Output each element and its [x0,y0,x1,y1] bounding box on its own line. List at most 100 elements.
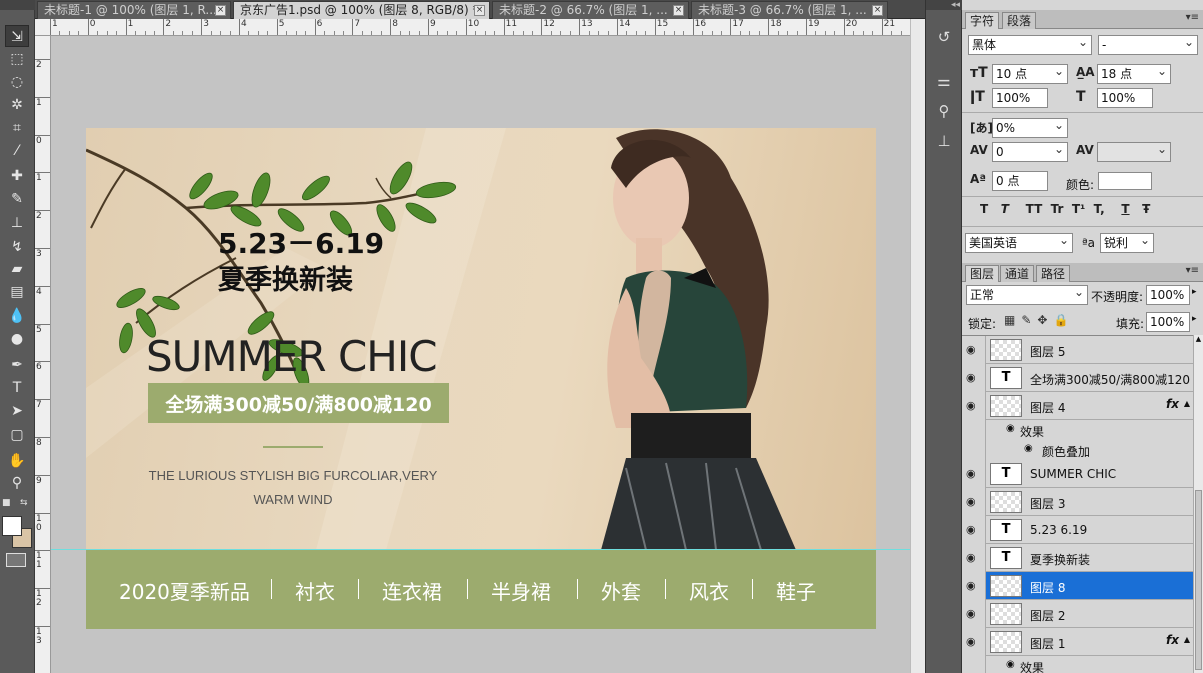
layer-row[interactable]: ◉ T 夏季换新装 [962,544,1193,572]
layer-fx-icon[interactable]: fx [1166,633,1179,647]
tab-layers[interactable]: 图层 [965,265,1000,282]
layer-row[interactable]: ◉ 效果 [962,420,1193,440]
healing-brush-icon[interactable]: ✚ [5,165,29,187]
tracking-field[interactable]: 0 [992,142,1068,162]
magic-wand-icon[interactable]: ✲ [5,94,29,116]
layer-row[interactable]: ◉ 图层 2 [962,600,1193,628]
opacity-field[interactable]: 100% [1146,285,1190,305]
toolbar-grip[interactable] [0,0,35,10]
layer-row[interactable]: ◉ 图层 5 [962,336,1193,364]
tsume-field[interactable]: 0% [992,118,1068,138]
language-select[interactable]: 美国英语 [965,233,1073,253]
close-tab-icon[interactable]: × [872,5,883,16]
kerning-field[interactable] [1097,142,1171,162]
layer-row[interactable]: ◉ 效果 [962,656,1193,673]
document-tab[interactable]: 未标题-3 @ 66.7% (图层 1, ... × [691,1,888,19]
collapse-effects-icon[interactable]: ▲ [1184,635,1190,644]
tab-paragraph[interactable]: 段落 [1002,12,1037,29]
layer-row[interactable]: ◉ T 全场满300减50/满800减120 [962,364,1193,392]
layer-fx-icon[interactable]: fx [1166,397,1179,411]
layers-scrollbar[interactable]: ▲ [1193,335,1203,673]
vertical-scale-field[interactable]: 100% [992,88,1048,108]
layer-visibility-eye-icon[interactable]: ◉ [966,579,976,592]
gradient-icon[interactable]: ▤ [5,281,29,303]
guide-line[interactable] [51,549,910,550]
swap-colors-icon[interactable]: ⇆ [20,498,28,508]
all-caps-button[interactable]: TT [1026,202,1043,216]
effect-visibility-eye-icon[interactable]: ◉ [1006,659,1015,670]
zoom-icon[interactable]: ⚲ [5,472,29,494]
hand-icon[interactable]: ✋ [5,450,29,472]
scroll-up-icon[interactable]: ▲ [1194,335,1203,345]
dodge-icon[interactable]: ● [5,328,29,350]
tab-character[interactable]: 字符 [965,12,1000,29]
effect-visibility-eye-icon[interactable]: ◉ [1024,443,1033,454]
pen-icon[interactable]: ✒ [5,354,29,376]
subscript-button[interactable]: T, [1094,202,1105,216]
document-canvas[interactable]: 5.23－6.19 夏季换新装 SUMMER CHIC 全场满300减50/满8… [86,128,876,629]
layer-row[interactable]: ◉ T 5.23 6.19 [962,516,1193,544]
tab-paths[interactable]: 路径 [1036,265,1071,282]
brush-icon[interactable]: ✎ [5,188,29,210]
baseline-shift-field[interactable]: 0 点 [992,171,1048,191]
collapse-effects-icon[interactable]: ▲ [1184,399,1190,408]
marquee-icon[interactable]: ⬚ [5,48,29,70]
close-tab-icon[interactable]: × [673,5,684,16]
eyedropper-icon[interactable]: ⁄ [5,140,29,162]
fill-arrow-icon[interactable]: ▸ [1192,314,1197,324]
document-tab[interactable]: 未标题-2 @ 66.7% (图层 1, ... × [492,1,689,19]
adjustments-icon[interactable]: ⚌ [933,70,955,92]
underline-button[interactable]: T [1121,202,1129,216]
blur-icon[interactable]: 💧 [5,305,29,327]
category-nav-item[interactable]: 半身裙 [491,576,551,605]
blend-mode-select[interactable]: 正常 [966,285,1088,305]
layer-visibility-eye-icon[interactable]: ◉ [966,399,976,412]
superscript-button[interactable]: T¹ [1072,202,1085,216]
history-brush-icon[interactable]: ↯ [5,236,29,258]
layer-row[interactable]: ◉ T SUMMER CHIC [962,460,1193,488]
opacity-arrow-icon[interactable]: ▸ [1192,287,1197,297]
canvas-scrollbar[interactable] [910,19,925,673]
history-icon[interactable]: ↺ [933,26,955,48]
close-tab-icon[interactable]: × [474,5,485,16]
font-style-select[interactable]: - [1098,35,1198,55]
category-nav-item[interactable]: 2020夏季新品 [119,576,250,605]
category-nav-item[interactable]: 衬衣 [295,576,335,605]
horizontal-scale-field[interactable]: 100% [1097,88,1153,108]
horizontal-ruler[interactable]: 1 0 1 2 3 4 5 6 7 8 9 10 11 12 13 14 15 16 17 18 19 20 21 [35,19,910,36]
crop-icon[interactable]: ⌗ [5,117,29,139]
antialias-select[interactable]: 锐利 [1100,233,1154,253]
lock-icons[interactable]: ▦✎✥🔒 [1004,313,1074,327]
tab-channels[interactable]: 通道 [1000,265,1035,282]
faux-bold-button[interactable]: T [980,202,988,216]
layer-row[interactable]: ◉ 图层 3 [962,488,1193,516]
strikethrough-button[interactable]: Ŧ [1142,202,1150,216]
category-nav-item[interactable]: 风衣 [689,576,729,605]
close-tab-icon[interactable]: × [215,5,226,16]
small-caps-button[interactable]: Tr [1051,202,1064,216]
category-nav-item[interactable]: 鞋子 [776,576,816,605]
foreground-color-swatch[interactable] [2,516,22,536]
layer-visibility-eye-icon[interactable]: ◉ [966,495,976,508]
effect-visibility-eye-icon[interactable]: ◉ [1006,423,1015,434]
type-icon[interactable]: T [5,377,29,399]
layer-visibility-eye-icon[interactable]: ◉ [966,607,976,620]
layer-row[interactable]: ◉ 图层 4 fx ▲ [962,392,1193,420]
layer-row[interactable]: ◉ 图层 8 [962,572,1193,600]
category-nav-item[interactable]: 外套 [601,576,641,605]
move-icon[interactable]: ⇲ [5,25,29,47]
collapse-arrows-icon[interactable]: ◂◂ [926,0,963,10]
scroll-thumb[interactable] [1195,490,1202,670]
panel-menu-icon[interactable]: ▾≡ [1186,12,1199,23]
actions-icon[interactable]: ⚲ [933,100,955,122]
eraser-icon[interactable]: ▰ [5,258,29,280]
default-colors-icon[interactable]: ■ [2,498,11,508]
leading-field[interactable]: 18 点 [1097,64,1171,84]
panel-menu-icon[interactable]: ▾≡ [1186,265,1199,276]
layer-row[interactable]: ◉ 颜色叠加 [962,440,1193,460]
font-family-select[interactable]: 黑体 [968,35,1092,55]
layer-visibility-eye-icon[interactable]: ◉ [966,467,976,480]
fill-field[interactable]: 100% [1146,312,1190,332]
faux-italic-button[interactable]: T [1001,202,1009,216]
layer-visibility-eye-icon[interactable]: ◉ [966,371,976,384]
